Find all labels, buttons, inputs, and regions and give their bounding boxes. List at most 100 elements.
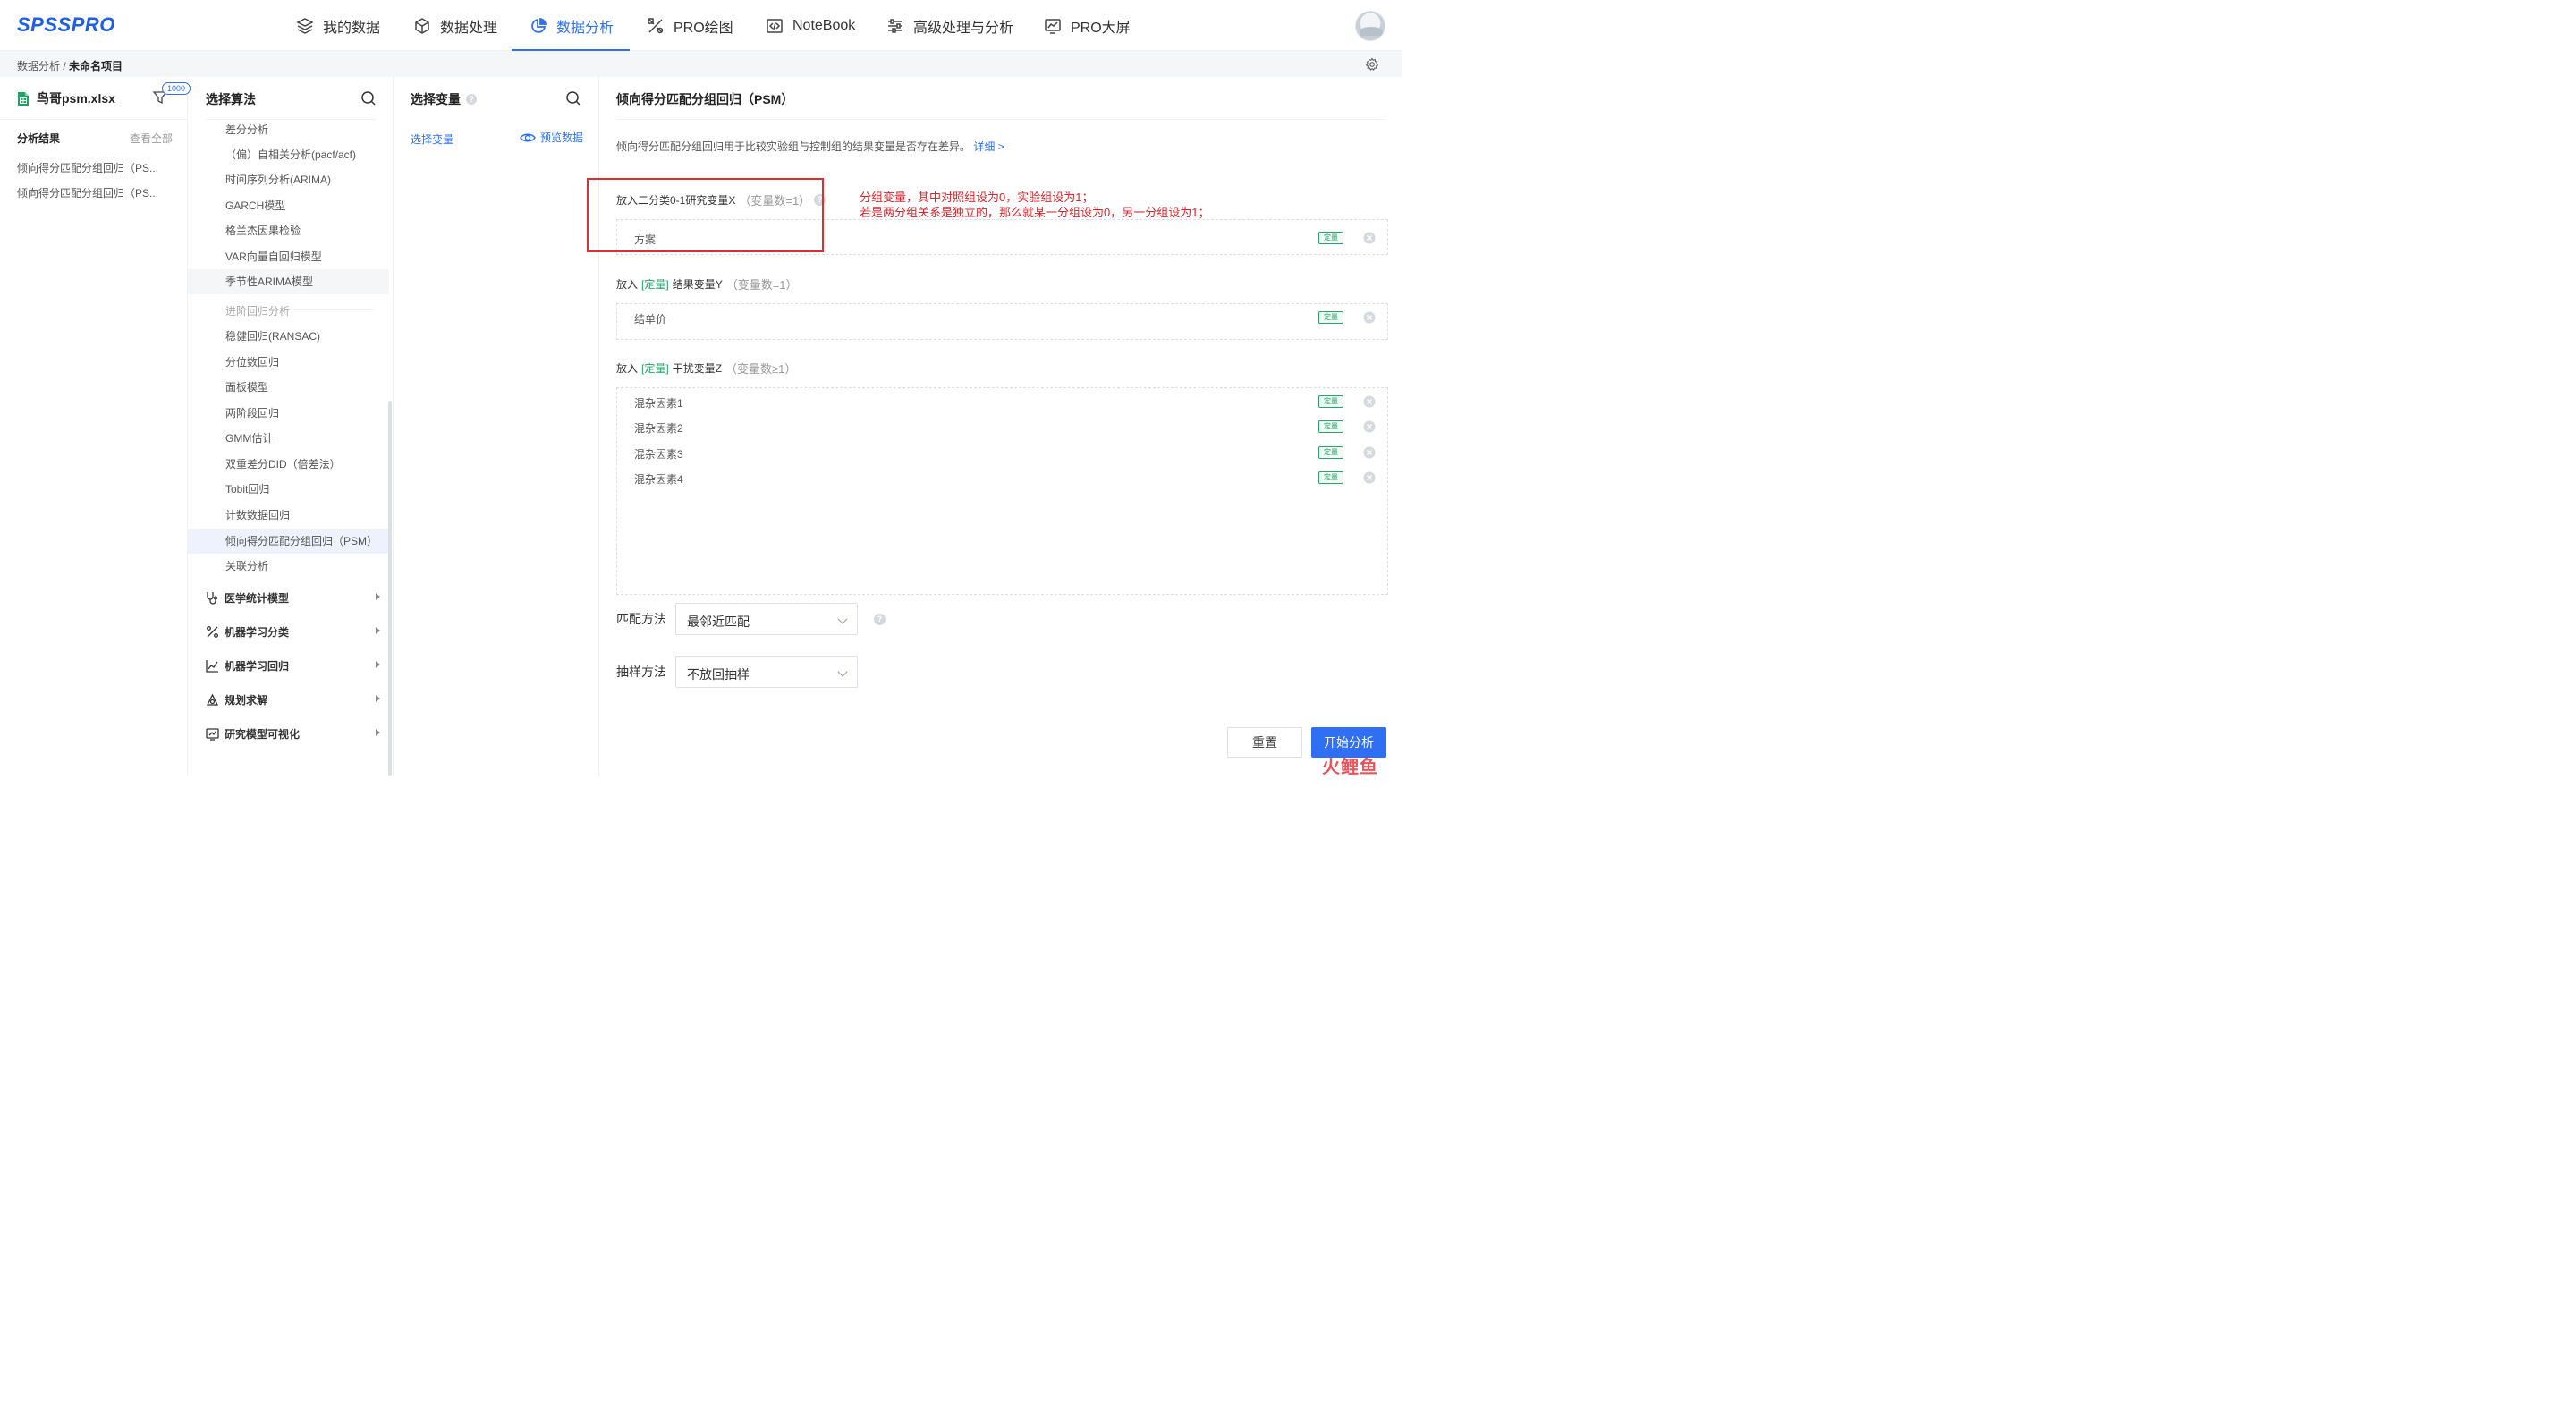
- scrollbar[interactable]: [388, 401, 392, 776]
- y-field-tag: [定量]: [641, 278, 669, 291]
- category-label: 机器学习分类: [225, 625, 290, 639]
- caret-right-icon: [376, 729, 380, 736]
- category-label: 机器学习回归: [225, 659, 290, 673]
- select-variable-link[interactable]: 选择变量: [411, 131, 453, 147]
- breadcrumb-current: 未命名项目: [69, 60, 123, 72]
- y-field-count: （变量数=1）: [725, 278, 798, 292]
- category-ml-regression[interactable]: 机器学习回归: [206, 657, 385, 674]
- remove-icon[interactable]: [1362, 231, 1377, 245]
- algo-item[interactable]: 面板模型: [188, 375, 389, 400]
- category-planning[interactable]: 规划求解: [206, 691, 385, 708]
- sample-method-row: 抽样方法 不放回抽样: [616, 656, 858, 688]
- chevron-down-icon: [837, 614, 848, 624]
- nav-label: PRO大屏: [1071, 20, 1131, 36]
- result-item[interactable]: 倾向得分匹配分组回归（PS...: [17, 160, 158, 175]
- nav-my-data[interactable]: 我的数据: [296, 0, 380, 51]
- user-avatar[interactable]: [1355, 11, 1385, 41]
- variable-chip[interactable]: 混杂因素4 定量: [634, 465, 1388, 490]
- search-icon[interactable]: [565, 90, 581, 106]
- reset-button[interactable]: 重置: [1227, 727, 1302, 758]
- dashboard-chart-icon: [1045, 18, 1061, 34]
- planning-icon: [206, 693, 219, 706]
- variable-chip[interactable]: 混杂因素2 定量: [634, 414, 1388, 439]
- algo-item[interactable]: GARCH模型: [188, 193, 389, 218]
- algo-item[interactable]: Tobit回归: [188, 477, 389, 502]
- description-text: 倾向得分匹配分组回归用于比较实验组与控制组的结果变量是否存在差异。: [616, 140, 971, 153]
- variable-chip[interactable]: 结单价 定量: [634, 305, 1388, 330]
- sample-method-select[interactable]: 不放回抽样: [675, 656, 858, 688]
- nav-data-processing[interactable]: 数据处理: [413, 0, 497, 51]
- help-icon[interactable]: ?: [466, 94, 477, 105]
- algo-item[interactable]: 差分分析: [188, 117, 389, 142]
- quantitative-tag: 定量: [1318, 395, 1343, 408]
- algo-item[interactable]: 稳健回归(RANSAC): [188, 324, 389, 349]
- breadcrumb-parent[interactable]: 数据分析: [17, 60, 60, 72]
- nav-advanced[interactable]: 高级处理与分析: [886, 0, 1013, 51]
- category-visualization[interactable]: 研究模型可视化: [206, 725, 385, 742]
- file-name-row[interactable]: 鸟哥psm.xlsx: [17, 89, 115, 107]
- variable-name: 混杂因素2: [634, 422, 683, 435]
- variable-chip[interactable]: 混杂因素1 定量: [634, 389, 1388, 414]
- category-medical[interactable]: 医学统计模型: [206, 589, 385, 606]
- category-label: 医学统计模型: [225, 591, 290, 605]
- breadcrumb-bar: 数据分析 / 未命名项目: [0, 51, 1402, 77]
- divider: [0, 119, 187, 120]
- category-ml-classification[interactable]: 机器学习分类: [206, 623, 385, 640]
- z-field-prefix: 放入: [616, 362, 639, 375]
- variable-name: 结单价: [634, 313, 667, 326]
- help-icon[interactable]: ?: [874, 613, 886, 625]
- algo-item[interactable]: 两阶段回归: [188, 401, 389, 426]
- method-description: 倾向得分匹配分组回归用于比较实验组与控制组的结果变量是否存在差异。 详细 >: [616, 139, 1004, 154]
- algo-item-selected[interactable]: 倾向得分匹配分组回归（PSM）: [188, 529, 389, 554]
- algo-item[interactable]: VAR向量自回归模型: [188, 244, 389, 269]
- remove-icon[interactable]: [1362, 470, 1377, 485]
- z-field-count: （变量数≥1）: [725, 362, 797, 376]
- row-count-badge: 1000: [162, 82, 191, 95]
- nav-label: 数据处理: [440, 20, 498, 36]
- nav-pro-dashboard[interactable]: PRO大屏: [1044, 0, 1131, 51]
- result-item[interactable]: 倾向得分匹配分组回归（PS...: [17, 185, 158, 200]
- algo-item[interactable]: GMM估计: [188, 426, 389, 451]
- variable-name: 混杂因素3: [634, 448, 683, 461]
- algo-item[interactable]: 计数数据回归: [188, 503, 389, 528]
- remove-icon[interactable]: [1362, 420, 1377, 434]
- algorithm-title: 选择算法: [206, 92, 256, 106]
- spsspro-logo[interactable]: SPSSPRO: [17, 13, 115, 37]
- nav-data-analysis[interactable]: 数据分析: [511, 0, 631, 51]
- nav-notebook[interactable]: NoteBook: [766, 0, 855, 51]
- percent-icon: [207, 625, 218, 638]
- remove-icon[interactable]: [1362, 445, 1377, 460]
- variable-chip[interactable]: 混杂因素3 定量: [634, 440, 1388, 465]
- nav-pro-drawing[interactable]: PRO绘图: [647, 0, 733, 51]
- view-all-link[interactable]: 查看全部: [130, 131, 173, 146]
- category-label: 规划求解: [225, 693, 268, 707]
- divider: [616, 119, 1385, 120]
- variable-name: 混杂因素1: [634, 397, 683, 410]
- remove-icon[interactable]: [1362, 394, 1377, 409]
- detail-link[interactable]: 详细 >: [973, 140, 1004, 153]
- algo-item[interactable]: 季节性ARIMA模型: [188, 269, 389, 294]
- preview-data-link[interactable]: 预览数据: [520, 130, 583, 145]
- chevron-down-icon: [837, 666, 848, 677]
- annotation-note: 分组变量，其中对照组设为0，实验组设为1； 若是两分组关系是独立的，那么就某一分…: [860, 190, 1209, 220]
- caret-right-icon: [376, 627, 380, 634]
- algo-item[interactable]: 双重差分DID（倍差法）: [188, 452, 389, 477]
- remove-icon[interactable]: [1362, 310, 1377, 325]
- search-icon[interactable]: [360, 90, 377, 106]
- variable-name: 混杂因素4: [634, 473, 683, 486]
- match-method-value: 最邻近匹配: [687, 615, 750, 629]
- gear-icon[interactable]: [1365, 57, 1379, 72]
- y-variable-dropzone[interactable]: 结单价 定量: [616, 303, 1388, 340]
- file-name: 鸟哥psm.xlsx: [37, 91, 115, 106]
- algo-item[interactable]: 格兰杰因果检验: [188, 218, 389, 243]
- variable-title-text: 选择变量: [411, 92, 461, 106]
- z-variable-dropzone[interactable]: 混杂因素1 定量 混杂因素2 定量 混杂因素3 定量 混杂因素4 定量: [616, 387, 1388, 595]
- algo-item[interactable]: 关联分析: [188, 554, 389, 579]
- algo-item[interactable]: 分位数回归: [188, 350, 389, 375]
- breadcrumb: 数据分析 / 未命名项目: [17, 58, 123, 73]
- breadcrumb-separator: /: [60, 60, 70, 72]
- algo-item[interactable]: 时间序列分析(ARIMA): [188, 167, 389, 192]
- algo-item[interactable]: （偏）自相关分析(pacf/acf): [188, 142, 389, 167]
- eye-icon: [520, 133, 536, 141]
- match-method-select[interactable]: 最邻近匹配: [675, 603, 858, 635]
